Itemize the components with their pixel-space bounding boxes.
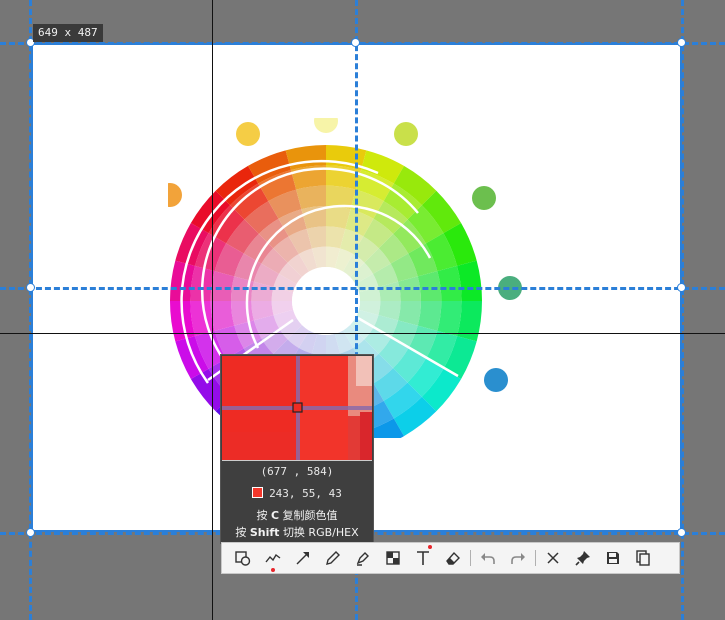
close-icon: [547, 552, 559, 564]
resize-handle-top-right[interactable]: [677, 38, 686, 47]
pin-icon: [575, 551, 590, 566]
toolbar-separator: [535, 550, 536, 566]
undo-icon: [481, 553, 495, 564]
resize-handle-left[interactable]: [26, 283, 35, 292]
wheel-segment: [210, 301, 235, 331]
copy-icon: [636, 550, 650, 566]
mosaic-tool-button[interactable]: [378, 543, 408, 573]
arrow-icon: [296, 552, 309, 565]
text-icon: [417, 551, 429, 565]
annotation-toolbar: [221, 542, 680, 574]
text-marker-dot: [428, 545, 432, 549]
guide-top: [0, 42, 725, 45]
shapes-icon: [235, 551, 251, 566]
mosaic-icon: [386, 551, 400, 565]
guide-left: [29, 0, 32, 620]
wheel-segment: [296, 185, 326, 210]
text-tool-button[interactable]: [408, 543, 438, 573]
magnified-view: [222, 356, 372, 461]
eraser-icon: [446, 551, 460, 565]
rgb-value: 243, 55, 43: [269, 487, 342, 500]
pencil-tool-button[interactable]: [318, 543, 348, 573]
crosshair-vertical: [212, 0, 213, 620]
redo-button[interactable]: [503, 543, 533, 573]
wheel-segment: [417, 301, 442, 331]
active-marker-dot: [271, 568, 275, 572]
freehand-line-icon: [265, 553, 281, 563]
pencil-icon: [326, 551, 340, 565]
resize-handle-right[interactable]: [677, 283, 686, 292]
freehand-line-tool-button[interactable]: [258, 543, 288, 573]
copy-button[interactable]: [628, 543, 658, 573]
undo-button[interactable]: [473, 543, 503, 573]
highlighter-tool-button[interactable]: [348, 543, 378, 573]
resize-handle-bottom-right[interactable]: [677, 528, 686, 537]
redo-icon: [511, 553, 525, 564]
selection-size-label: 649 x 487: [33, 24, 103, 42]
crosshair-horizontal: [0, 333, 725, 334]
arrow-tool-button[interactable]: [288, 543, 318, 573]
color-picker-magnifier: (677 , 584) 243, 55, 43 按 C 复制颜色值 按 Shif…: [220, 354, 374, 544]
guide-right: [681, 0, 684, 620]
resize-handle-bottom-left[interactable]: [26, 528, 35, 537]
guide-middle-horizontal: [0, 287, 725, 290]
color-swatch: [252, 487, 264, 498]
toolbar-separator: [470, 550, 471, 566]
save-icon: [607, 552, 619, 564]
pixel-coordinates: (677 , 584): [260, 465, 334, 478]
close-button[interactable]: [538, 543, 568, 573]
hint-switch-format: 按 Shift 切换 RGB/HEX: [235, 526, 359, 539]
highlighter-icon: [356, 552, 369, 566]
save-button[interactable]: [598, 543, 628, 573]
shapes-tool-button[interactable]: [228, 543, 258, 573]
rgb-readout: 243, 55, 43: [221, 487, 373, 500]
eraser-tool-button[interactable]: [438, 543, 468, 573]
pin-button[interactable]: [568, 543, 598, 573]
resize-handle-top[interactable]: [351, 38, 360, 47]
hint-copy-color: 按 C 复制颜色值: [256, 509, 338, 522]
